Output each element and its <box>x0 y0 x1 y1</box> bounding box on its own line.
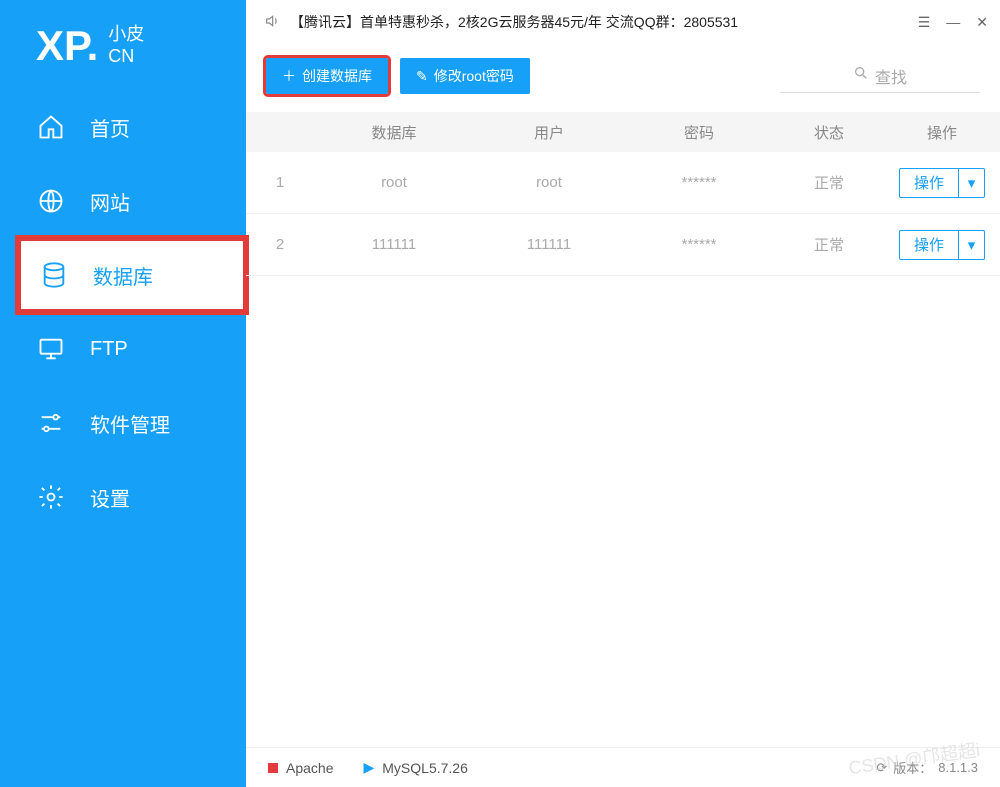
status-mysql[interactable]: ▶ MySQL5.7.26 <box>363 759 467 776</box>
sidebar-item-website[interactable]: 网站 <box>0 164 246 238</box>
sidebar-item-label: 网站 <box>90 187 130 216</box>
sidebar: XP. 小皮 CN 首页 网站 <box>0 0 246 787</box>
database-table: 数据库 用户 密码 状态 操作 1 root root ****** 正常 操作… <box>246 112 1000 276</box>
create-database-button[interactable]: ＋ 创建数据库 <box>266 58 388 94</box>
sidebar-item-label: 数据库 <box>93 261 153 290</box>
nav: 首页 网站 数据库 FTP <box>0 90 246 534</box>
statusbar: Apache ▶ MySQL5.7.26 ⟳ 版本： 8.1.1.3 <box>246 747 1000 787</box>
search-input[interactable]: 查找 <box>780 59 980 93</box>
main-content: 【腾讯云】首单特惠秒杀，2核2G云服务器45元/年 交流QQ群：2805531 … <box>246 0 1000 787</box>
logo: XP. 小皮 CN <box>0 0 246 90</box>
cell-idx: 1 <box>246 174 314 191</box>
pencil-icon: ✎ <box>416 68 428 85</box>
col-pwd: 密码 <box>624 122 774 143</box>
cell-db: 111111 <box>314 236 474 253</box>
logo-line1: 小皮 <box>108 24 144 46</box>
cell-db: root <box>314 174 474 191</box>
sidebar-item-label: 设置 <box>90 483 130 512</box>
col-status: 状态 <box>774 122 884 143</box>
col-user: 用户 <box>474 122 624 143</box>
search-placeholder: 查找 <box>875 64 907 88</box>
status-apache[interactable]: Apache <box>268 760 333 776</box>
sliders-icon <box>36 409 66 437</box>
globe-icon <box>36 187 66 215</box>
sidebar-item-ftp[interactable]: FTP <box>0 312 246 386</box>
version-info: ⟳ 版本： 8.1.1.3 <box>876 758 978 777</box>
cell-status: 正常 <box>774 172 884 193</box>
row-action-label: 操作 <box>900 231 958 259</box>
stopped-indicator-icon <box>268 763 278 773</box>
refresh-icon[interactable]: ⟳ <box>876 760 887 776</box>
plus-icon: ＋ <box>282 66 296 86</box>
cell-pwd: ****** <box>624 174 774 191</box>
version-value: 8.1.1.3 <box>938 760 978 775</box>
titlebar: 【腾讯云】首单特惠秒杀，2核2G云服务器45元/年 交流QQ群：2805531 … <box>246 0 1000 44</box>
menu-icon[interactable]: ☰ <box>918 14 931 31</box>
search-icon <box>853 65 869 86</box>
toolbar: ＋ 创建数据库 ✎ 修改root密码 查找 <box>246 44 1000 112</box>
speaker-icon <box>264 13 280 32</box>
sidebar-item-label: 首页 <box>90 113 130 142</box>
create-db-label: 创建数据库 <box>302 66 372 86</box>
status-mysql-label: MySQL5.7.26 <box>382 760 468 776</box>
cell-user: root <box>474 174 624 191</box>
sidebar-item-database[interactable]: 数据库 <box>21 241 243 309</box>
sidebar-item-software[interactable]: 软件管理 <box>0 386 246 460</box>
logo-main: XP. <box>36 22 98 70</box>
modify-root-label: 修改root密码 <box>434 66 514 86</box>
version-label: 版本： <box>893 758 932 777</box>
row-action-label: 操作 <box>900 169 958 197</box>
titlebar-text[interactable]: 【腾讯云】首单特惠秒杀，2核2G云服务器45元/年 交流QQ群：2805531 <box>290 12 918 32</box>
close-icon[interactable]: ✕ <box>976 14 988 31</box>
gear-icon <box>36 483 66 511</box>
minimize-icon[interactable]: — <box>946 14 960 30</box>
col-db: 数据库 <box>314 122 474 143</box>
row-action-button[interactable]: 操作 ▾ <box>899 168 985 198</box>
sidebar-active-highlight: 数据库 <box>18 238 246 312</box>
sidebar-item-label: 软件管理 <box>90 409 170 438</box>
monitor-icon <box>36 335 66 363</box>
table-header: 数据库 用户 密码 状态 操作 <box>246 112 1000 152</box>
home-icon <box>36 113 66 141</box>
col-action: 操作 <box>884 122 1000 143</box>
caret-down-icon: ▾ <box>958 231 984 259</box>
table-row: 1 root root ****** 正常 操作 ▾ <box>246 152 1000 214</box>
cell-status: 正常 <box>774 234 884 255</box>
row-action-button[interactable]: 操作 ▾ <box>899 230 985 260</box>
sidebar-item-settings[interactable]: 设置 <box>0 460 246 534</box>
caret-down-icon: ▾ <box>958 169 984 197</box>
sidebar-item-label: FTP <box>90 338 128 361</box>
cell-idx: 2 <box>246 236 314 253</box>
logo-line2: CN <box>108 46 144 68</box>
running-indicator-icon: ▶ <box>363 759 374 776</box>
sidebar-item-home[interactable]: 首页 <box>0 90 246 164</box>
modify-root-password-button[interactable]: ✎ 修改root密码 <box>400 58 530 94</box>
cell-pwd: ****** <box>624 236 774 253</box>
cell-user: 111111 <box>474 236 624 253</box>
database-icon <box>39 261 69 289</box>
table-row: 2 111111 111111 ****** 正常 操作 ▾ <box>246 214 1000 276</box>
status-apache-label: Apache <box>286 760 333 776</box>
